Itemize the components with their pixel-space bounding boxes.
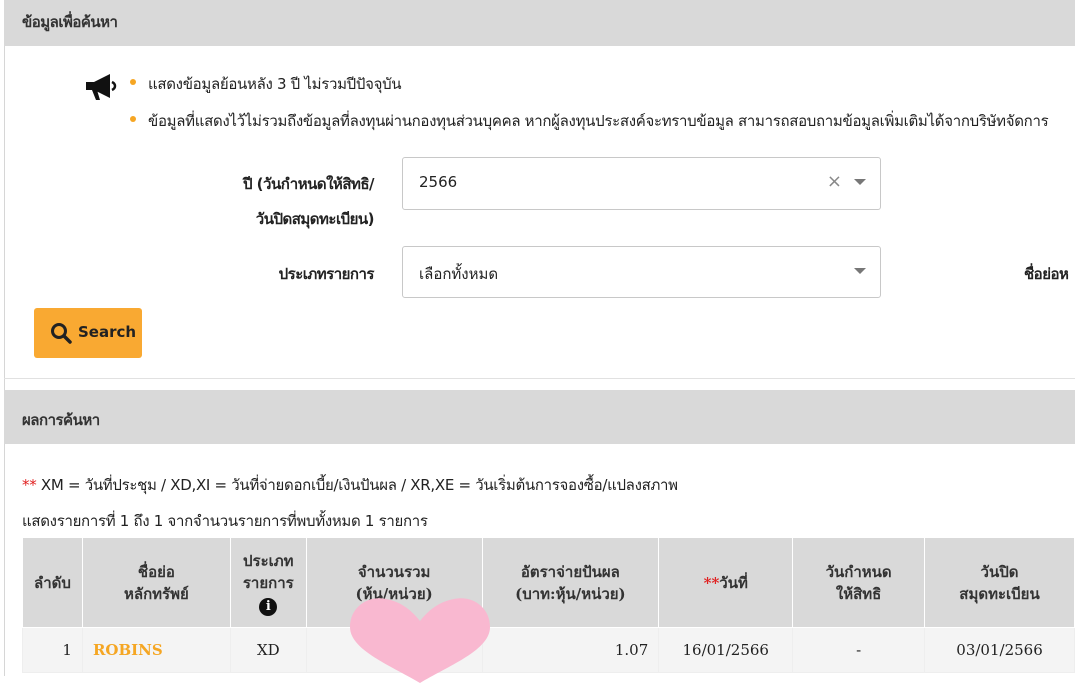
notice-text-2: ข้อมูลที่แสดงไว้ไม่รวมถึงข้อมูลที่ลงทุนผ… [148, 112, 1049, 130]
search-button[interactable]: Search [34, 308, 142, 358]
search-button-label: Search [78, 323, 137, 341]
col-date-star: ** [703, 573, 720, 592]
results-section-title: ผลการค้นหา [22, 411, 100, 429]
col-no[interactable]: ลำดับ [22, 537, 83, 628]
cell-no: 1 [22, 627, 83, 673]
magnifier-icon [51, 323, 72, 344]
col-type-l1: ประเภท [243, 551, 294, 570]
cell-rate: 1.07 [481, 627, 660, 673]
col-rate-l2: (บาท:หุ้น/หน่วย) [515, 584, 626, 603]
type-label: ประเภทรายการ [278, 265, 375, 283]
type-select-value: เลือกทั้งหมด [419, 265, 499, 283]
year-label-line2: วันปิดสมุดทะเบียน) [255, 210, 375, 228]
col-symbol-l2: หลักทรัพย์ [123, 584, 189, 603]
col-book[interactable]: วันปิดสมุดทะเบียน [924, 537, 1075, 628]
result-count: แสดงรายการที่ 1 ถึง 1 จากจำนวนรายการที่พ… [22, 512, 428, 530]
search-section-header: ข้อมูลเพื่อค้นหา [4, 0, 1075, 46]
col-symbol-l1: ชื่อย่อ [137, 562, 175, 581]
symbol-link[interactable]: ROBINS [93, 641, 163, 659]
note-star: ** [22, 476, 37, 494]
notice-bullet [130, 116, 136, 122]
col-type[interactable]: ประเภทรายการ i [229, 537, 307, 628]
year-label: ปี (วันกำหนดให้สิทธิ/ [242, 175, 375, 193]
type-select[interactable]: เลือกทั้งหมด [402, 246, 881, 298]
info-circle-icon[interactable]: i [259, 597, 278, 616]
col-book-l1: วันปิด [980, 562, 1019, 581]
year-select-value: 2566 [419, 173, 458, 191]
results-table: ลำดับ ชื่อย่อหลักทรัพย์ ประเภทรายการ i จำ… [22, 537, 1075, 673]
notice-text-1: แสดงข้อมูลย้อนหลัง 3 ปี ไม่รวมปีปัจจุบัน [148, 75, 402, 93]
col-date-label: วันที่ [719, 573, 748, 592]
col-symbol[interactable]: ชื่อย่อหลักทรัพย์ [81, 537, 231, 628]
caret-down-icon[interactable] [854, 179, 866, 185]
results-section-header: ผลการค้นหา [4, 390, 1075, 444]
table-row: 1 ROBINS XD 1.07 16/01/2566 - 03/01/2566 [22, 627, 1075, 673]
col-date[interactable]: **วันที่ [658, 537, 794, 628]
col-total-l1: จำนวนรวม [357, 562, 431, 581]
col-record[interactable]: วันกำหนดให้สิทธิ [792, 537, 926, 628]
col-record-l1: วันกำหนด [825, 562, 892, 581]
table-header-row: ลำดับ ชื่อย่อหลักทรัพย์ ประเภทรายการ i จำ… [22, 537, 1075, 628]
col-rate[interactable]: อัตราจ่ายปันผล (บาท:หุ้น/หน่วย) [481, 537, 660, 628]
col-type-l2: รายการ [242, 573, 294, 592]
search-section-title: ข้อมูลเพื่อค้นหา [22, 13, 118, 31]
short-name-label: ชื่อย่อห [1024, 265, 1069, 283]
year-select[interactable]: 2566 × [402, 157, 881, 210]
heart-sticker [350, 598, 490, 683]
col-record-l2: ให้สิทธิ [835, 584, 882, 603]
cell-symbol: ROBINS [81, 627, 231, 673]
cell-date: 16/01/2566 [658, 627, 794, 673]
col-book-l2: สมุดทะเบียน [959, 584, 1040, 603]
cell-record: - [792, 627, 926, 673]
notice-bullet [130, 79, 136, 85]
caret-down-icon[interactable] [854, 268, 866, 274]
megaphone-icon [86, 74, 117, 100]
legend-note: ** XM = วันที่ประชุม / XD,XI = วันที่จ่า… [22, 473, 678, 497]
note-text: XM = วันที่ประชุม / XD,XI = วันที่จ่ายดอ… [36, 476, 678, 494]
cell-book: 03/01/2566 [924, 627, 1075, 673]
close-icon[interactable]: × [827, 171, 842, 192]
cell-type: XD [229, 627, 307, 673]
divider [4, 378, 1075, 379]
col-rate-l1: อัตราจ่ายปันผล [520, 562, 620, 581]
